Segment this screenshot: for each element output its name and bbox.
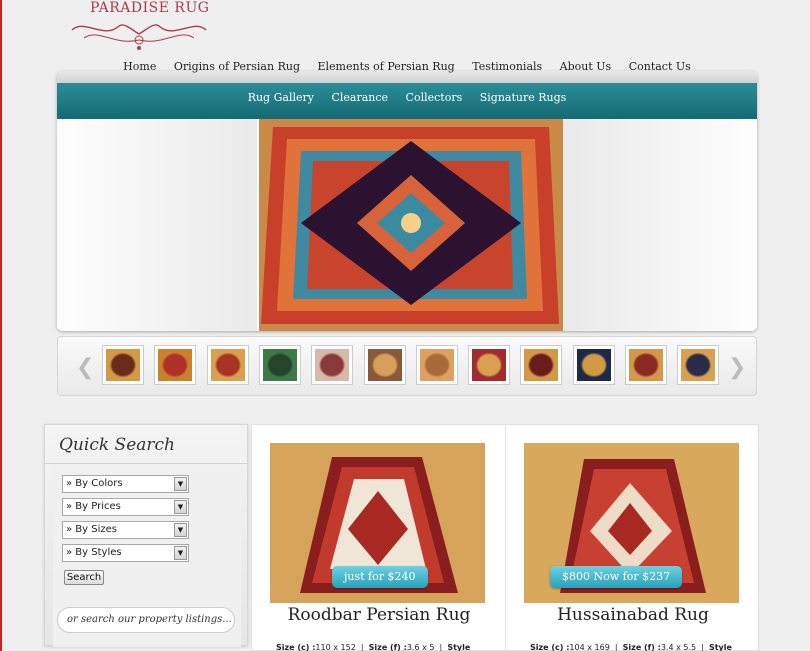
- featured-listings: just for $240 Roodbar Persian Rug Size (…: [251, 424, 759, 651]
- nav-elements[interactable]: Elements of Persian Rug: [317, 60, 454, 73]
- thumbnail-rug[interactable]: [363, 345, 406, 385]
- listing-specs: Size (c) :110 x 152 | Size (f) :3.6 x 5 …: [276, 643, 471, 651]
- listing-title[interactable]: Roodbar Persian Rug: [252, 605, 506, 625]
- size-c-value: 110 x 152: [315, 643, 356, 651]
- size-f-value: 3.4 x 5.5: [660, 643, 697, 651]
- style-label: Style: [447, 643, 471, 651]
- thumbnail-rug[interactable]: [677, 345, 720, 385]
- quick-search-title: Quick Search: [59, 435, 175, 455]
- listing-card[interactable]: just for $240 Roodbar Persian Rug Size (…: [252, 425, 506, 651]
- thumbnail-rug[interactable]: [468, 345, 511, 385]
- dropdown-arrow-icon: ▼: [174, 500, 187, 514]
- thumbnail-carousel: ❮ ❯: [57, 336, 757, 396]
- nav-about-us[interactable]: About Us: [560, 60, 612, 73]
- hero-rug-image[interactable]: [259, 119, 563, 331]
- thumbnail-rug[interactable]: [311, 345, 354, 385]
- category-nav: Rug Gallery Clearance Collectors Signatu…: [57, 91, 757, 104]
- hero-frame: Rug Gallery Clearance Collectors Signatu…: [57, 71, 757, 331]
- nav-clearance[interactable]: Clearance: [331, 91, 388, 104]
- select-by-styles[interactable]: » By Styles ▼: [62, 544, 189, 562]
- chevron-right-icon[interactable]: ❯: [728, 355, 746, 380]
- nav-rug-gallery[interactable]: Rug Gallery: [248, 91, 314, 104]
- listing-title[interactable]: Hussainabad Rug: [506, 605, 760, 625]
- main-nav: Home Origins of Persian Rug Elements of …: [58, 60, 756, 84]
- thumbnail-rug[interactable]: [206, 345, 249, 385]
- select-by-colors[interactable]: » By Colors ▼: [62, 475, 189, 493]
- select-by-prices[interactable]: » By Prices ▼: [62, 498, 189, 516]
- quick-search-divider: [45, 463, 247, 464]
- nav-home[interactable]: Home: [123, 60, 156, 73]
- nav-signature-rugs[interactable]: Signature Rugs: [480, 91, 567, 104]
- size-f-label: Size (f) :: [368, 643, 407, 651]
- thumbnail-rug[interactable]: [415, 345, 458, 385]
- select-by-styles-label: » By Styles: [66, 547, 122, 558]
- thumbnail-rug[interactable]: [572, 345, 615, 385]
- hero-slider[interactable]: [57, 119, 757, 331]
- size-c-label: Size (c) :: [276, 643, 316, 651]
- thumbnail-rug[interactable]: [258, 345, 301, 385]
- listing-card[interactable]: $800 Now for $237 Hussainabad Rug Size (…: [506, 425, 760, 651]
- size-c-value: 104 x 169: [569, 643, 610, 651]
- thumbnail-rug[interactable]: [102, 345, 144, 385]
- dropdown-arrow-icon: ▼: [174, 546, 187, 560]
- thumbnail-rug[interactable]: [154, 345, 197, 385]
- size-f-label: Size (f) :: [622, 643, 661, 651]
- dropdown-arrow-icon: ▼: [174, 523, 187, 537]
- nav-collectors[interactable]: Collectors: [406, 91, 463, 104]
- slider-shade-right: [563, 119, 757, 331]
- quick-search-panel: Quick Search » By Colors ▼ » By Prices ▼…: [44, 424, 248, 647]
- select-by-colors-label: » By Colors: [66, 478, 123, 489]
- nav-contact-us[interactable]: Contact Us: [629, 60, 691, 73]
- nav-testimonials[interactable]: Testimonials: [472, 60, 542, 73]
- size-c-label: Size (c) :: [530, 643, 570, 651]
- price-tag[interactable]: $800 Now for $237: [550, 566, 683, 588]
- listing-specs: Size (c) :104 x 169 | Size (f) :3.4 x 5.…: [530, 643, 732, 651]
- search-button[interactable]: Search: [64, 570, 104, 585]
- thumbnail-rug[interactable]: [520, 345, 563, 385]
- size-f-value: 3.6 x 5: [406, 643, 435, 651]
- slider-shade-left: [57, 119, 257, 331]
- style-label: Style: [708, 643, 732, 651]
- nav-origins[interactable]: Origins of Persian Rug: [174, 60, 300, 73]
- dropdown-arrow-icon: ▼: [174, 477, 187, 491]
- logo[interactable]: PARADISE RUG: [64, 0, 214, 52]
- select-by-sizes[interactable]: » By Sizes ▼: [62, 521, 189, 539]
- search-input[interactable]: or search our property listings...: [57, 607, 235, 633]
- price-tag[interactable]: just for $240: [332, 566, 428, 588]
- select-by-prices-label: » By Prices: [66, 501, 121, 512]
- logo-text: PARADISE RUG: [90, 0, 210, 16]
- thumbnail-rug[interactable]: [625, 345, 667, 385]
- select-by-sizes-label: » By Sizes: [66, 524, 117, 535]
- chevron-left-icon[interactable]: ❮: [76, 355, 94, 380]
